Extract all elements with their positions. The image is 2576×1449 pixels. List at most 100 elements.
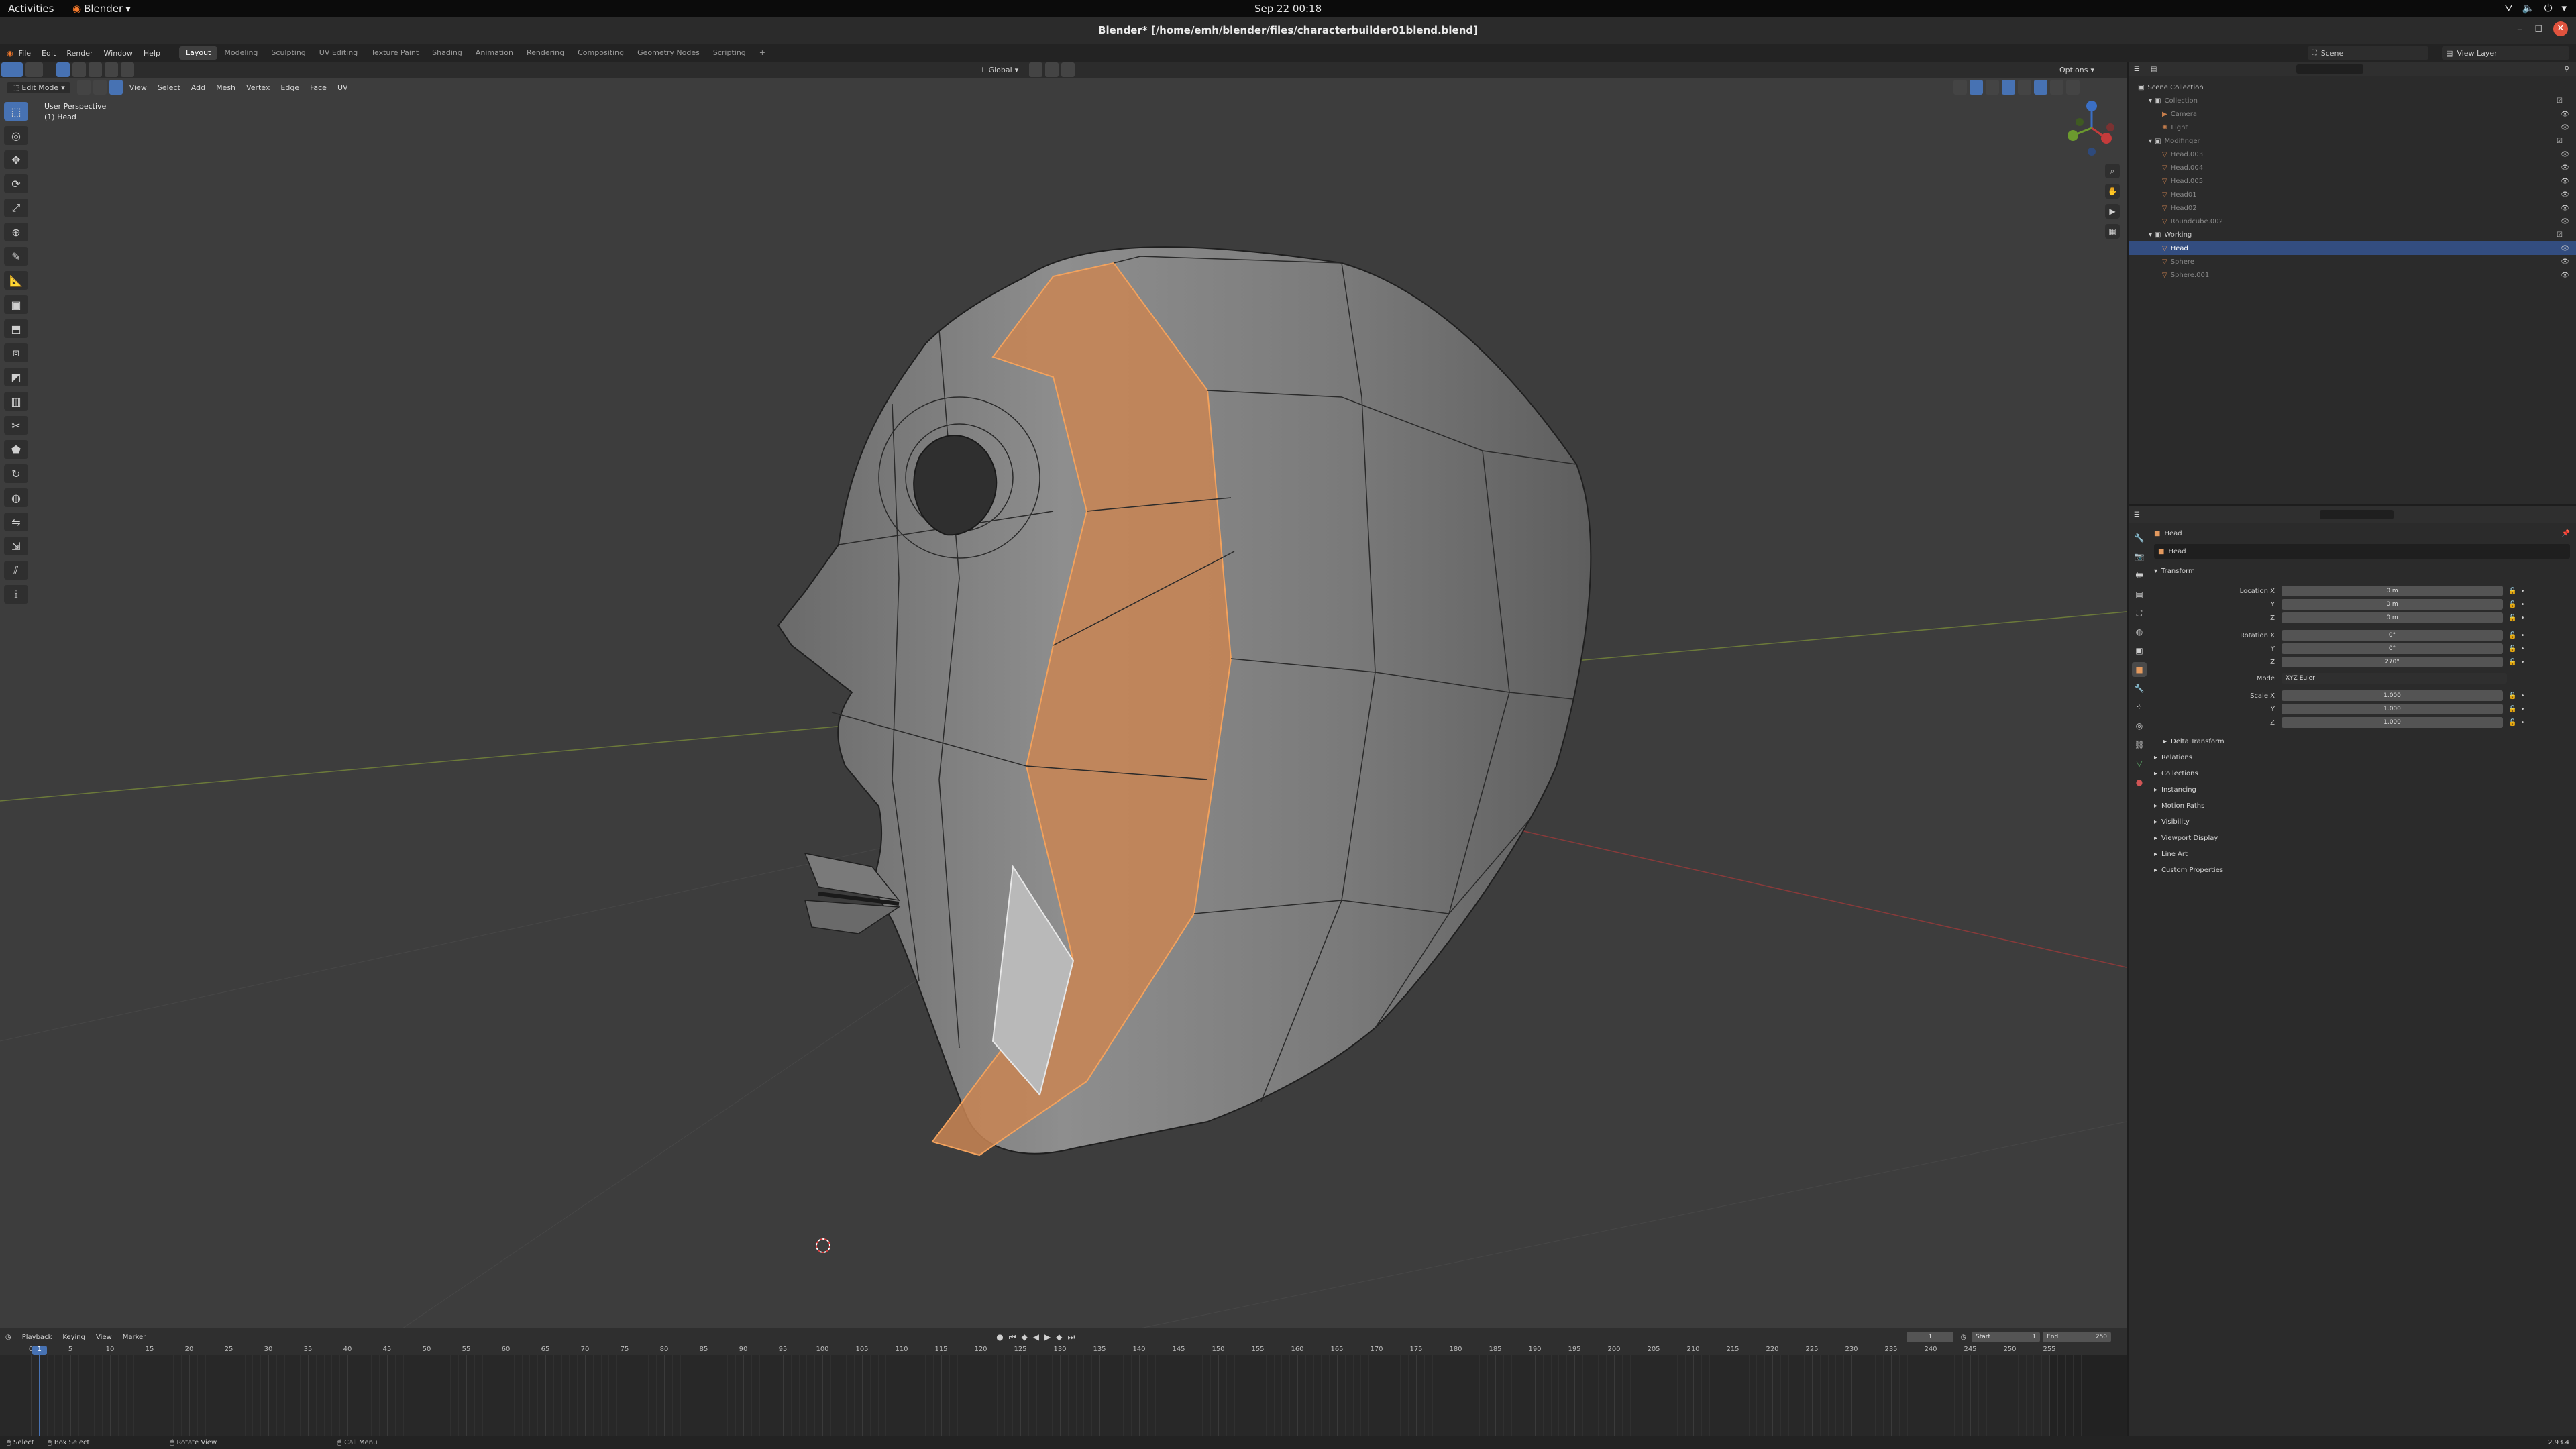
visibility-eye-icon[interactable]: 👁 <box>2561 205 2569 212</box>
viewport-menu-add[interactable]: Add <box>186 83 211 92</box>
menu-window[interactable]: Window <box>99 49 138 58</box>
tab-compositing[interactable]: Compositing <box>571 46 631 60</box>
keyframe-dot-icon[interactable]: • <box>2520 601 2524 608</box>
tool-select-icon[interactable] <box>25 62 43 77</box>
outliner-search-input[interactable] <box>2296 64 2364 74</box>
spin-tool-icon[interactable]: ↻ <box>4 464 28 483</box>
current-frame-field[interactable]: 1 <box>1907 1332 1954 1342</box>
viewport-menu-uv[interactable]: UV <box>332 83 354 92</box>
overlay-icon[interactable] <box>1986 80 1999 95</box>
keyframe-dot-icon[interactable]: • <box>2520 632 2524 639</box>
material-tab-icon[interactable]: ● <box>2132 775 2147 790</box>
inset-tool-icon[interactable]: ⧈ <box>4 343 28 362</box>
timeline-menu-marker[interactable]: Marker <box>117 1334 152 1341</box>
snap-icon[interactable] <box>1045 62 1059 77</box>
viewport-menu-view[interactable]: View <box>124 83 152 92</box>
playhead-frame-badge[interactable]: 1 <box>32 1346 47 1355</box>
editor-type-icon[interactable] <box>1 62 23 77</box>
modifier-tab-icon[interactable]: 🔧 <box>2132 681 2147 696</box>
location-y-field[interactable]: 0 m <box>2282 599 2503 610</box>
pin-icon[interactable]: 📌 <box>2562 530 2570 537</box>
object-tab-icon[interactable]: ■ <box>2132 662 2147 677</box>
close-icon[interactable]: ✕ <box>2553 21 2568 36</box>
navigation-gizmo[interactable] <box>2059 98 2124 158</box>
edge-select-icon[interactable] <box>93 80 107 95</box>
visibility-eye-icon[interactable]: 👁 <box>2561 272 2569 279</box>
blender-menu-icon[interactable]: ◉ <box>7 49 13 58</box>
world-tab-icon[interactable]: ◍ <box>2132 625 2147 639</box>
tab-geometry-nodes[interactable]: Geometry Nodes <box>631 46 706 60</box>
scene-tab-icon[interactable]: ⛶ <box>2132 606 2147 621</box>
activities-button[interactable]: Activities <box>8 3 54 15</box>
rotation-z-field[interactable]: 270° <box>2282 657 2503 667</box>
xray-icon[interactable] <box>2002 80 2015 95</box>
select-mode-new-icon[interactable] <box>56 62 70 77</box>
lock-icon[interactable]: 🔓 <box>2508 706 2516 713</box>
transform-panel-header[interactable]: ▾ Transform <box>2154 563 2570 579</box>
menu-file[interactable]: File <box>13 49 36 58</box>
end-frame-field[interactable]: End 250 <box>2043 1332 2112 1342</box>
minimize-icon[interactable]: – <box>2517 23 2522 36</box>
lock-icon[interactable]: 🔓 <box>2508 632 2516 639</box>
tab-uv-editing[interactable]: UV Editing <box>313 46 364 60</box>
tab-sculpting[interactable]: Sculpting <box>264 46 312 60</box>
lock-icon[interactable]: 🔓 <box>2508 588 2516 595</box>
properties-editor-icon[interactable]: ☰ <box>2134 511 2140 519</box>
checkbox-icon[interactable]: ☑ <box>2557 231 2563 239</box>
keyframe-dot-icon[interactable]: • <box>2520 719 2524 727</box>
jump-end-icon[interactable]: ⏭ <box>1068 1332 1075 1342</box>
pivot-icon[interactable] <box>1029 62 1043 77</box>
smooth-tool-icon[interactable]: ◍ <box>4 488 28 507</box>
outliner-editor-icon[interactable]: ☰ <box>2134 66 2140 73</box>
transform-orientation[interactable]: ⊥ Global ▾ <box>979 62 1076 77</box>
select-mode-extend-icon[interactable] <box>72 62 86 77</box>
menu-edit[interactable]: Edit <box>36 49 61 58</box>
3d-cursor-icon[interactable] <box>813 1236 833 1256</box>
outliner-row-roundcube[interactable]: ▽ Roundcube.002 👁 <box>2129 215 2576 228</box>
timeline-menu-playback[interactable]: Playback <box>17 1334 58 1341</box>
location-z-field[interactable]: 0 m <box>2282 612 2503 623</box>
face-select-icon[interactable] <box>109 80 123 95</box>
location-x-field[interactable]: 0 m <box>2282 586 2503 596</box>
shrink-fatten-tool-icon[interactable]: ⇲ <box>4 537 28 555</box>
view-layer-selector[interactable]: ▤ View Layer <box>2442 46 2569 60</box>
edge-slide-tool-icon[interactable]: ⇋ <box>4 513 28 531</box>
loop-cut-tool-icon[interactable]: ▥ <box>4 392 28 411</box>
constraints-tab-icon[interactable]: ⛓ <box>2132 737 2147 752</box>
visibility-eye-icon[interactable]: 👁 <box>2561 218 2569 225</box>
visibility-eye-icon[interactable]: 👁 <box>2561 111 2569 118</box>
outliner-row-head-004[interactable]: ▽ Head.004 👁 <box>2129 161 2576 174</box>
filter-icon[interactable]: ⚲ <box>2565 66 2569 73</box>
solid-shading-icon[interactable] <box>2034 80 2047 95</box>
tab-shading[interactable]: Shading <box>425 46 469 60</box>
visibility-eye-icon[interactable]: 👁 <box>2561 164 2569 172</box>
visibility-eye-icon[interactable]: 👁 <box>2561 191 2569 199</box>
zoom-icon[interactable]: ⌕ <box>2105 164 2120 178</box>
record-icon[interactable]: ● <box>996 1332 1003 1342</box>
scale-z-field[interactable]: 1.000 <box>2282 717 2503 728</box>
outliner-row-head-005[interactable]: ▽ Head.005 👁 <box>2129 174 2576 188</box>
measure-tool-icon[interactable]: 📐 <box>4 271 28 290</box>
physics-tab-icon[interactable]: ◎ <box>2132 718 2147 733</box>
add-workspace-button[interactable]: + <box>753 46 772 60</box>
viewport-display-panel[interactable]: ▸ Viewport Display <box>2154 830 2570 846</box>
playhead-line[interactable] <box>38 1346 40 1436</box>
lock-icon[interactable]: 🔓 <box>2508 645 2516 653</box>
output-tab-icon[interactable]: 🖶 <box>2132 568 2147 583</box>
rotation-y-field[interactable]: 0° <box>2282 643 2503 654</box>
add-cube-tool-icon[interactable]: ▣ <box>4 295 28 314</box>
outliner-row-head02[interactable]: ▽ Head02 👁 <box>2129 201 2576 215</box>
keyframe-dot-icon[interactable]: • <box>2520 614 2524 622</box>
mode-selector[interactable]: ⬚ Edit Mode ▾ <box>7 81 70 93</box>
select-mode-intersect-icon[interactable] <box>121 62 134 77</box>
particles-tab-icon[interactable]: ⁘ <box>2132 700 2147 714</box>
collections-panel[interactable]: ▸ Collections <box>2154 765 2570 782</box>
scale-tool-icon[interactable]: ⤢ <box>4 199 28 217</box>
viewport-menu-edge[interactable]: Edge <box>275 83 305 92</box>
extrude-tool-icon[interactable]: ⬒ <box>4 319 28 338</box>
clock[interactable]: Sep 22 00:18 <box>1254 3 1322 15</box>
lock-icon[interactable]: 🔓 <box>2508 601 2516 608</box>
lock-icon[interactable]: 🔓 <box>2508 692 2516 700</box>
visibility-eye-icon[interactable]: 👁 <box>2561 124 2569 131</box>
bevel-tool-icon[interactable]: ◩ <box>4 368 28 386</box>
